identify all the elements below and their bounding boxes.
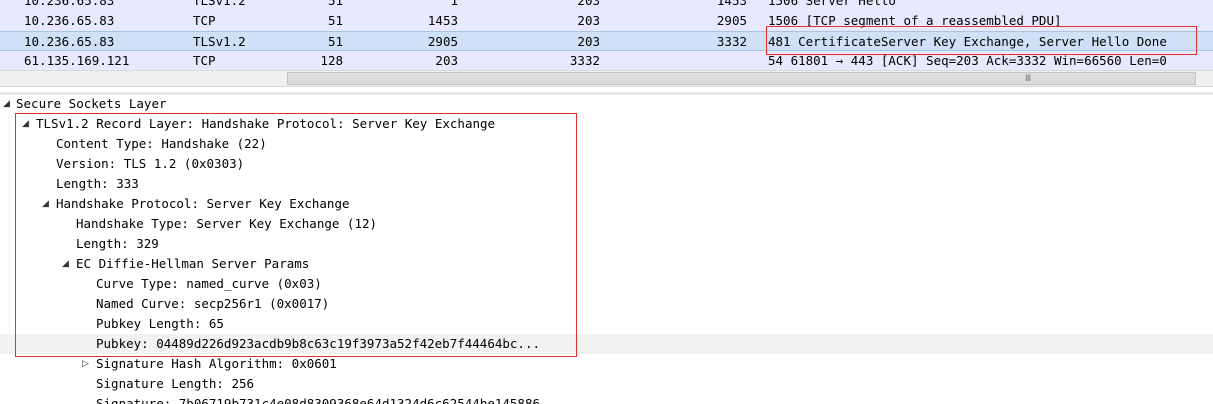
packet-source: 10.236.65.83 [24, 0, 115, 8]
tree-item-label: Handshake Type: Server Key Exchange (12) [76, 216, 378, 231]
packet-info: 1506 Server Hello [768, 0, 896, 8]
tree-item[interactable]: Length: 329 [0, 234, 1213, 254]
horizontal-scrollbar[interactable]: Ⅲ [0, 70, 1213, 87]
scrollbar-thumb[interactable]: Ⅲ [287, 72, 1196, 85]
tree-item-label: Signature Length: 256 [96, 376, 255, 391]
tree-item[interactable]: ◢ Secure Sockets Layer [0, 95, 1213, 114]
packet-col-c: 203 [577, 34, 600, 49]
tree-item[interactable]: Named Curve: secp256r1 (0x0017) [0, 294, 1213, 314]
packet-col-b: 1453 [427, 13, 458, 28]
packet-col-a: 128 [320, 53, 343, 68]
packet-info: 54 61801 → 443 [ACK] Seq=203 Ack=3332 Wi… [768, 53, 1167, 68]
collapse-icon[interactable]: ◢ [3, 95, 10, 114]
tree-item[interactable]: ◢ EC Diffie-Hellman Server Params [0, 254, 1213, 274]
packet-col-a: 51 [327, 34, 343, 49]
tree-item[interactable]: Curve Type: named_curve (0x03) [0, 274, 1213, 294]
packet-col-c: 3332 [569, 53, 600, 68]
collapse-icon[interactable]: ◢ [42, 194, 49, 214]
packet-col-b: 203 [435, 53, 458, 68]
tree-item-label: Pubkey Length: 65 [96, 316, 224, 331]
packet-col-d: 1453 [716, 0, 747, 8]
packet-row[interactable]: 61.135.169.121 TCP 128 203 3332 54 61801… [0, 51, 1213, 70]
tree-item-label: Version: TLS 1.2 (0x0303) [56, 156, 245, 171]
tree-item-selected[interactable]: Pubkey: 04489d226d923acdb9b8c63c19f3973a… [0, 334, 1213, 354]
tree-item-label: Signature Hash Algorithm: 0x0601 [96, 356, 337, 371]
tree-item-label: TLSv1.2 Record Layer: Handshake Protocol… [36, 116, 496, 131]
packet-protocol: TCP [193, 13, 216, 28]
packet-col-a: 51 [327, 0, 343, 8]
packet-col-d: 3332 [716, 34, 747, 49]
packet-row-selected[interactable]: 10.236.65.83 TLSv1.2 51 2905 203 3332 48… [0, 31, 1213, 51]
tree-item-label: Content Type: Handshake (22) [56, 136, 267, 151]
tree-item-label: Curve Type: named_curve (0x03) [96, 276, 322, 291]
packet-details-tree: ◢ Secure Sockets Layer ◢ TLSv1.2 Record … [0, 95, 1213, 404]
packet-source: 61.135.169.121 [24, 53, 130, 68]
tree-item[interactable]: Signature Length: 256 [0, 374, 1213, 394]
packet-source: 10.236.65.83 [24, 34, 115, 49]
tree-item-label: Length: 329 [76, 236, 159, 251]
tree-item-label: Named Curve: secp256r1 (0x0017) [96, 296, 330, 311]
packet-row[interactable]: 10.236.65.83 TCP 51 1453 203 2905 1506 [… [0, 11, 1213, 31]
tree-item[interactable]: Signature: 7b06719b731c4e08d8309368e64d1… [0, 394, 1213, 404]
tree-item-label: Length: 333 [56, 176, 139, 191]
tree-item-label: EC Diffie-Hellman Server Params [76, 256, 310, 271]
tree-item-label: Handshake Protocol: Server Key Exchange [56, 196, 350, 211]
packet-row[interactable]: 10.236.65.83 TLSv1.2 51 1 203 1453 1506 … [0, 0, 1213, 11]
tree-item-label: Signature: 7b06719b731c4e08d8309368e64d1… [96, 396, 563, 404]
tree-item[interactable]: Pubkey Length: 65 [0, 314, 1213, 334]
packet-col-a: 51 [327, 13, 343, 28]
collapse-icon[interactable]: ◢ [22, 114, 29, 134]
packet-protocol: TLSv1.2 [193, 0, 246, 8]
packet-source: 10.236.65.83 [24, 13, 115, 28]
tree-item[interactable]: Length: 333 [0, 174, 1213, 194]
tree-item-label: Pubkey: 04489d226d923acdb9b8c63c19f3973a… [96, 336, 541, 351]
packet-col-c: 203 [577, 13, 600, 28]
packet-info: 1506 [TCP segment of a reassembled PDU] [768, 13, 1062, 28]
tree-item[interactable]: ▷ Signature Hash Algorithm: 0x0601 [0, 354, 1213, 374]
collapse-icon[interactable]: ◢ [62, 254, 69, 274]
expand-icon[interactable]: ▷ [82, 354, 89, 374]
packet-list: 10.236.65.83 TLSv1.2 51 1 203 1453 1506 … [0, 0, 1213, 70]
packet-info: 481 CertificateServer Key Exchange, Serv… [768, 34, 1167, 49]
grip-icon: Ⅲ [1025, 74, 1032, 84]
packet-col-b: 2905 [427, 34, 458, 49]
packet-col-b: 1 [450, 0, 458, 8]
packet-protocol: TCP [193, 53, 216, 68]
tree-item[interactable]: Content Type: Handshake (22) [0, 134, 1213, 154]
packet-col-d: 2905 [716, 13, 747, 28]
tree-item[interactable]: Handshake Type: Server Key Exchange (12) [0, 214, 1213, 234]
tree-item[interactable]: Version: TLS 1.2 (0x0303) [0, 154, 1213, 174]
tree-item-label: Secure Sockets Layer [16, 96, 167, 111]
tree-item[interactable]: ◢ Handshake Protocol: Server Key Exchang… [0, 194, 1213, 214]
packet-protocol: TLSv1.2 [193, 34, 246, 49]
packet-col-c: 203 [577, 0, 600, 8]
tree-item[interactable]: ◢ TLSv1.2 Record Layer: Handshake Protoc… [0, 114, 1213, 134]
